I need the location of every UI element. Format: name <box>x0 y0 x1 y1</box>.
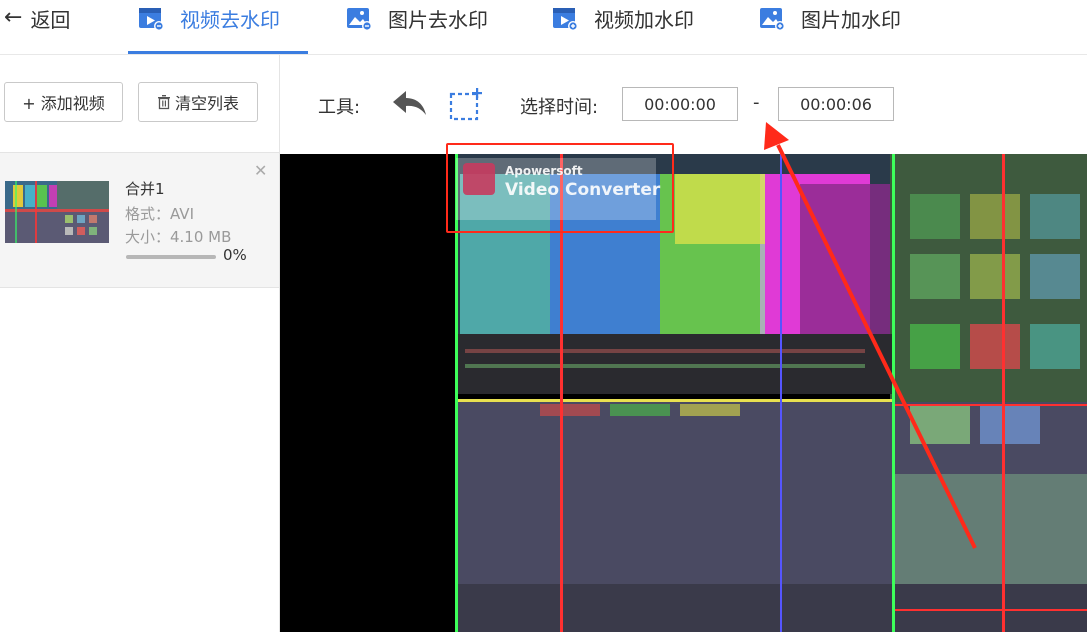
start-time-input[interactable] <box>622 87 738 121</box>
tab-label: 图片加水印 <box>801 7 901 32</box>
back-label: 返回 <box>30 7 71 32</box>
clear-list-button[interactable]: 清空列表 <box>138 82 258 122</box>
active-tab-indicator <box>128 51 308 54</box>
file-list-panel: + 添加视频 清空列表 合并1 格式：AVI 大小：4.10 MB 0% ✕ <box>0 55 280 632</box>
image-watermark-add-icon <box>760 8 785 31</box>
item-format: 格式：AVI <box>125 205 194 223</box>
add-video-button[interactable]: + 添加视频 <box>4 82 123 122</box>
end-time-input[interactable] <box>778 87 894 121</box>
back-button[interactable]: ← 返回 <box>4 0 70 36</box>
top-navigation: ← 返回 视频去水印 图片去水印 视频加水印 图片加水印 <box>0 0 1087 55</box>
tab-image-watermark-remove[interactable]: 图片去水印 <box>344 0 488 36</box>
item-name: 合并1 <box>125 180 165 198</box>
video-frame <box>280 154 1087 632</box>
image-watermark-remove-icon <box>347 8 372 31</box>
tab-video-watermark-remove[interactable]: 视频去水印 <box>136 0 280 36</box>
trash-icon <box>157 95 170 110</box>
item-size: 大小：4.10 MB <box>125 228 232 246</box>
tab-label: 图片去水印 <box>388 7 488 32</box>
list-item[interactable]: 合并1 格式：AVI 大小：4.10 MB 0% ✕ <box>0 153 279 288</box>
video-thumbnail <box>5 181 109 243</box>
video-watermark-add-icon <box>553 8 578 31</box>
time-separator: - <box>753 92 760 113</box>
clear-list-label: 清空列表 <box>174 94 239 113</box>
tab-label: 视频加水印 <box>594 7 694 32</box>
tab-image-watermark-add[interactable]: 图片加水印 <box>757 0 901 36</box>
close-icon[interactable]: ✕ <box>254 161 267 180</box>
video-watermark-remove-icon <box>139 8 164 31</box>
back-arrow-icon: ← <box>4 5 23 30</box>
tab-label: 视频去水印 <box>180 7 280 32</box>
tab-video-watermark-add[interactable]: 视频加水印 <box>550 0 694 36</box>
progress-percent: 0% <box>223 246 247 264</box>
video-preview[interactable] <box>280 154 1087 632</box>
undo-icon[interactable] <box>390 88 428 118</box>
progress-bar <box>126 255 216 259</box>
watermark-highlight-box <box>446 143 674 233</box>
select-time-label: 选择时间: <box>520 97 599 118</box>
tools-label: 工具: <box>318 97 361 118</box>
rectangle-select-icon[interactable] <box>449 87 483 121</box>
add-video-label: + 添加视频 <box>22 94 105 113</box>
